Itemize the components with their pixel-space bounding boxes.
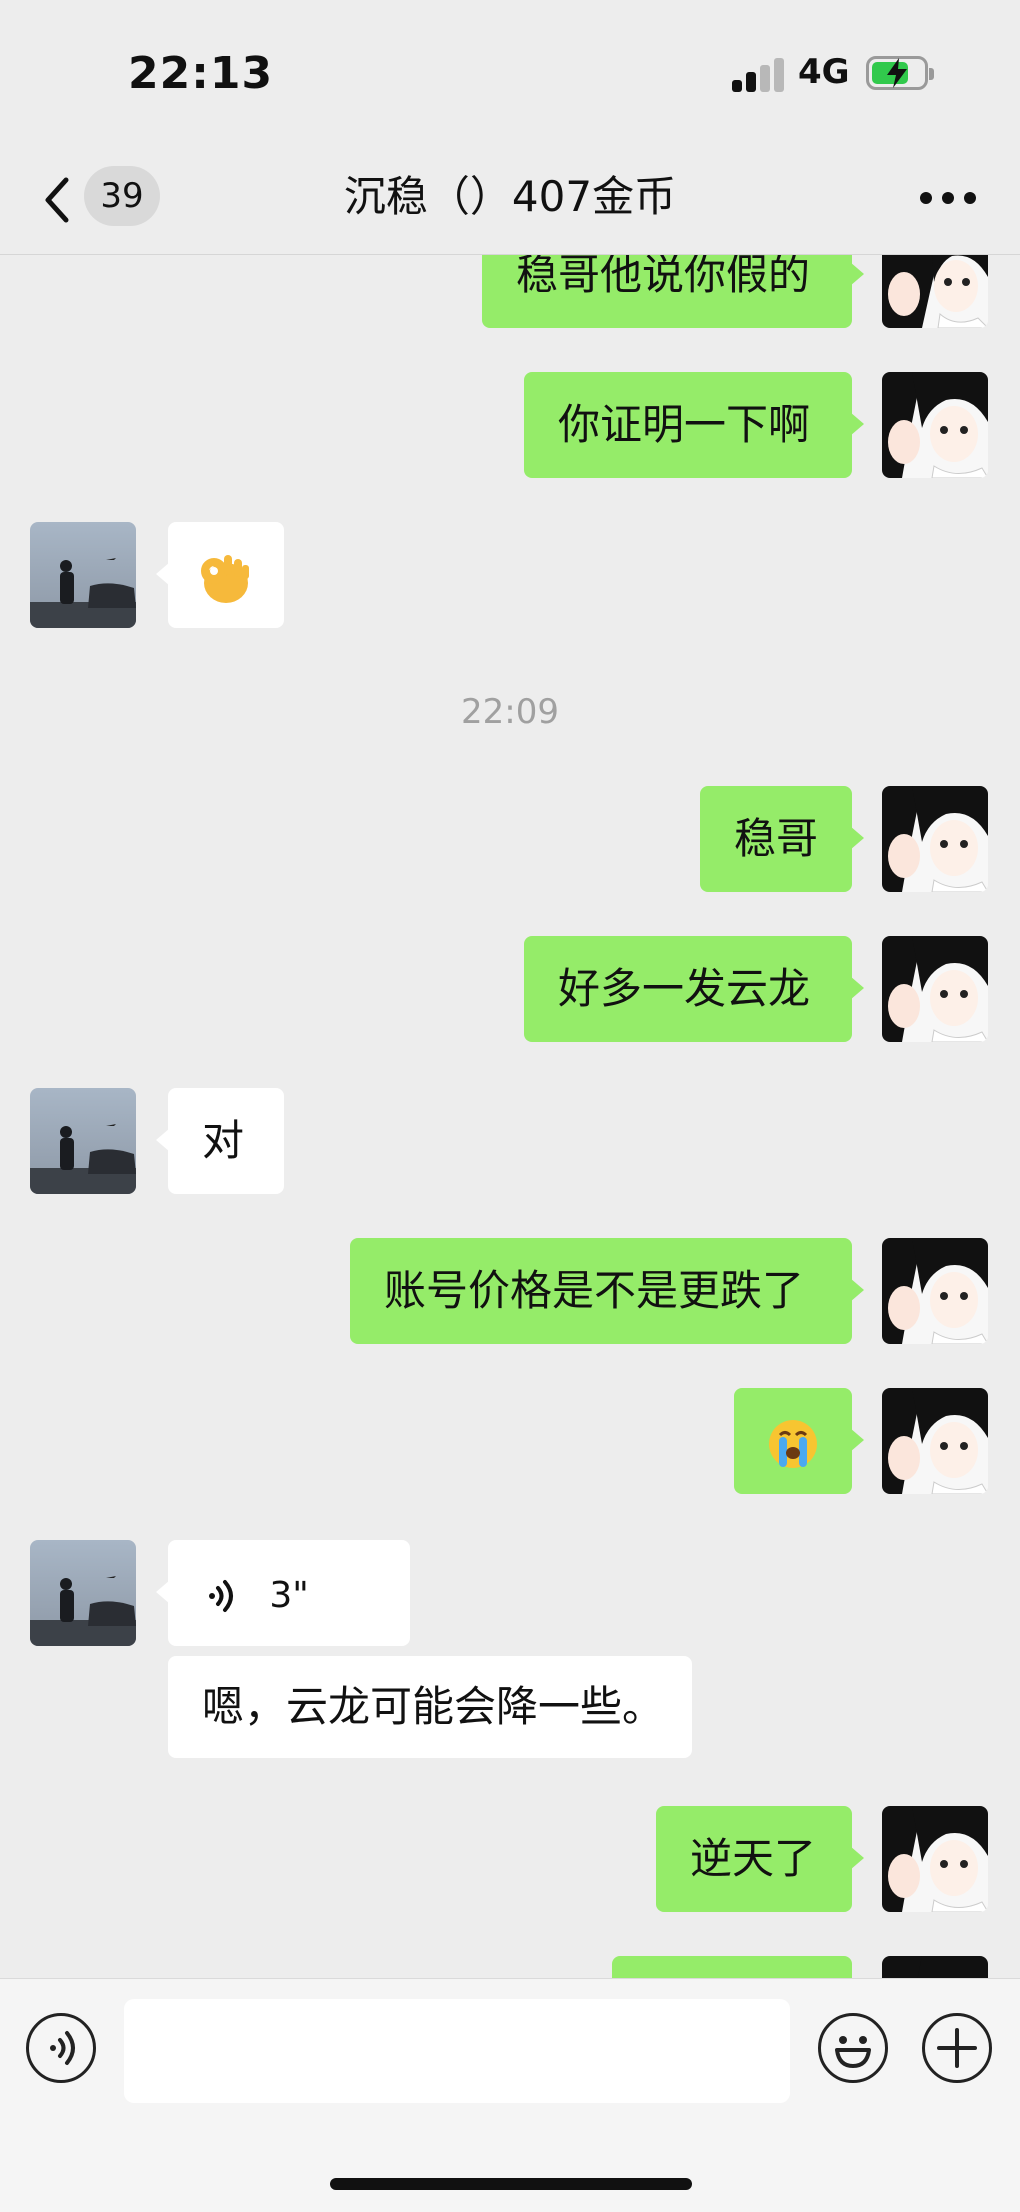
- voice-input-button[interactable]: [26, 2013, 96, 2083]
- voice-wave-icon: [50, 2031, 75, 2065]
- cellular-signal-icon: [732, 58, 784, 92]
- message-bubble-sent[interactable]: 逆天了: [656, 1806, 864, 1912]
- ok-hand-emoji-icon: [201, 554, 249, 603]
- message-text: 逆天了: [690, 1834, 817, 1883]
- voice-message-bubble[interactable]: 3": [156, 1540, 410, 1646]
- message-text: 嗯，云龙可能会降一些。: [202, 1682, 665, 1731]
- message-text: 对: [202, 1116, 245, 1165]
- message-bubble-sent[interactable]: 好多一发云龙: [524, 936, 864, 1042]
- contact-avatar[interactable]: [30, 522, 136, 628]
- my-avatar[interactable]: [882, 936, 988, 1042]
- sticker-bubble[interactable]: [156, 522, 284, 628]
- message-list[interactable]: 稳哥他说你假的 你证明一下啊 22:09 稳哥 好多一发云龙 对 账号价格是不是…: [0, 0, 1020, 1978]
- chat-title: 沉稳（）407金币: [343, 172, 677, 221]
- message-bubble-sent[interactable]: 稳哥: [700, 786, 864, 892]
- contact-avatar[interactable]: [30, 1540, 136, 1646]
- sticker-bubble[interactable]: [734, 1388, 864, 1494]
- my-avatar[interactable]: [882, 1956, 988, 1978]
- status-time: 22:13: [128, 48, 274, 99]
- more-options-icon[interactable]: [920, 192, 976, 206]
- network-type: 4G: [798, 52, 850, 92]
- message-timestamp: 22:09: [461, 692, 559, 732]
- status-bar: 22:13 4G: [0, 0, 1020, 140]
- message-bubble-sent[interactable]: 你证明一下啊: [524, 372, 864, 478]
- message-text: 你证明一下啊: [558, 400, 811, 449]
- voice-transcription-bubble[interactable]: 嗯，云龙可能会降一些。: [168, 1656, 692, 1758]
- chat-input-bar: [0, 1978, 1020, 2212]
- plus-icon: [937, 2028, 977, 2068]
- chat-header: 39 沉稳（）407金币: [0, 140, 1020, 255]
- voice-wave-icon: [209, 1579, 233, 1612]
- message-bubble-received[interactable]: 对: [156, 1088, 284, 1194]
- my-avatar[interactable]: [882, 1388, 988, 1494]
- message-text: 好多一发云龙: [558, 964, 811, 1013]
- message-bubble-sent[interactable]: 账号价格是不是更跌了: [350, 1238, 864, 1344]
- message-bubble-sent[interactable]: [612, 1956, 852, 1978]
- voice-duration: 3": [269, 1574, 309, 1616]
- contact-avatar[interactable]: [30, 1088, 136, 1194]
- battery-icon: [866, 56, 934, 90]
- smiley-icon: [835, 2036, 871, 2068]
- home-indicator: [330, 2178, 692, 2190]
- my-avatar[interactable]: [882, 1806, 988, 1912]
- my-avatar[interactable]: [882, 786, 988, 892]
- my-avatar[interactable]: [882, 1238, 988, 1344]
- message-text: 账号价格是不是更跌了: [384, 1266, 805, 1315]
- message-input[interactable]: [124, 1999, 790, 2103]
- emoji-button[interactable]: [818, 2013, 888, 2083]
- crying-emoji-icon: [769, 1419, 817, 1468]
- my-avatar[interactable]: [882, 372, 988, 478]
- more-functions-button[interactable]: [922, 2013, 992, 2083]
- message-text: 稳哥他说你假的: [516, 250, 811, 299]
- message-text: 稳哥: [734, 814, 819, 863]
